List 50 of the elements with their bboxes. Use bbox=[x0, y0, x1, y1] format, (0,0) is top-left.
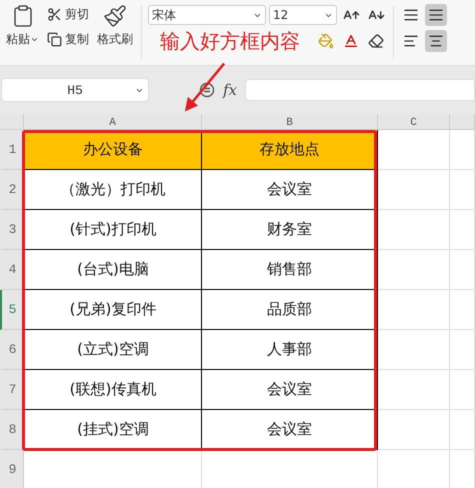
paste-button[interactable]: 粘贴 bbox=[4, 4, 41, 61]
empty-cell bbox=[450, 290, 475, 330]
name-box[interactable]: H5 bbox=[1, 78, 149, 102]
table-cell: 品质部 bbox=[202, 290, 378, 330]
cut-button[interactable]: 剪切 bbox=[45, 4, 91, 25]
copy-icon bbox=[47, 32, 62, 47]
empty-cell bbox=[450, 250, 475, 290]
empty-cell bbox=[450, 210, 475, 250]
column-header[interactable]: A bbox=[24, 114, 202, 130]
empty-cell bbox=[450, 410, 475, 450]
paintbrush-icon bbox=[103, 4, 127, 28]
copy-button[interactable]: 复制 bbox=[45, 29, 91, 50]
font-size-select[interactable]: 12 bbox=[269, 5, 337, 25]
row-header[interactable]: 6 bbox=[0, 330, 24, 370]
table-cell: 会议室 bbox=[202, 170, 378, 210]
column-header[interactable]: B bbox=[202, 114, 378, 130]
table-cell: (兄弟)复印件 bbox=[24, 290, 202, 330]
caret-icon bbox=[30, 35, 39, 44]
zoom-circle-icon[interactable] bbox=[199, 82, 215, 98]
align-center-icon[interactable] bbox=[425, 30, 447, 52]
function-label[interactable]: fx bbox=[223, 81, 238, 99]
row-header[interactable]: 2 bbox=[0, 170, 24, 210]
header-cell: 办公设备 bbox=[24, 130, 202, 170]
row-header[interactable]: 3 bbox=[0, 210, 24, 250]
align-middle-icon[interactable] bbox=[425, 4, 447, 26]
formula-field[interactable] bbox=[245, 79, 475, 101]
row-header[interactable]: 9 bbox=[0, 450, 24, 488]
table-cell: (针式)打印机 bbox=[24, 210, 202, 250]
table-cell: （激光）打印机 bbox=[24, 170, 202, 210]
table-cell: 财务室 bbox=[202, 210, 378, 250]
row-header[interactable]: 4 bbox=[0, 250, 24, 290]
row-header[interactable]: 1 bbox=[0, 130, 24, 170]
row-header[interactable]: 8 bbox=[0, 410, 24, 450]
scissors-icon bbox=[47, 7, 62, 22]
column-header[interactable]: C bbox=[378, 114, 450, 130]
empty-cell bbox=[450, 170, 475, 210]
table-cell: 销售部 bbox=[202, 250, 378, 290]
table-cell: (联想)传真机 bbox=[24, 370, 202, 410]
table-cell: 会议室 bbox=[202, 370, 378, 410]
row-header[interactable]: 7 bbox=[0, 370, 24, 410]
table-cell: (台式)电脑 bbox=[24, 250, 202, 290]
format-painter-button[interactable]: 格式刷 bbox=[95, 4, 135, 61]
table-cell: 人事部 bbox=[202, 330, 378, 370]
table-cell: (立式)空调 bbox=[24, 330, 202, 370]
empty-cell bbox=[450, 330, 475, 370]
annotation-text: 输入好方框内容 bbox=[160, 28, 300, 55]
font-name-select[interactable]: 宋体 bbox=[148, 5, 266, 25]
header-cell: 存放地点 bbox=[202, 130, 378, 170]
empty-cell bbox=[450, 370, 475, 410]
row-header[interactable]: 5 bbox=[0, 290, 24, 330]
